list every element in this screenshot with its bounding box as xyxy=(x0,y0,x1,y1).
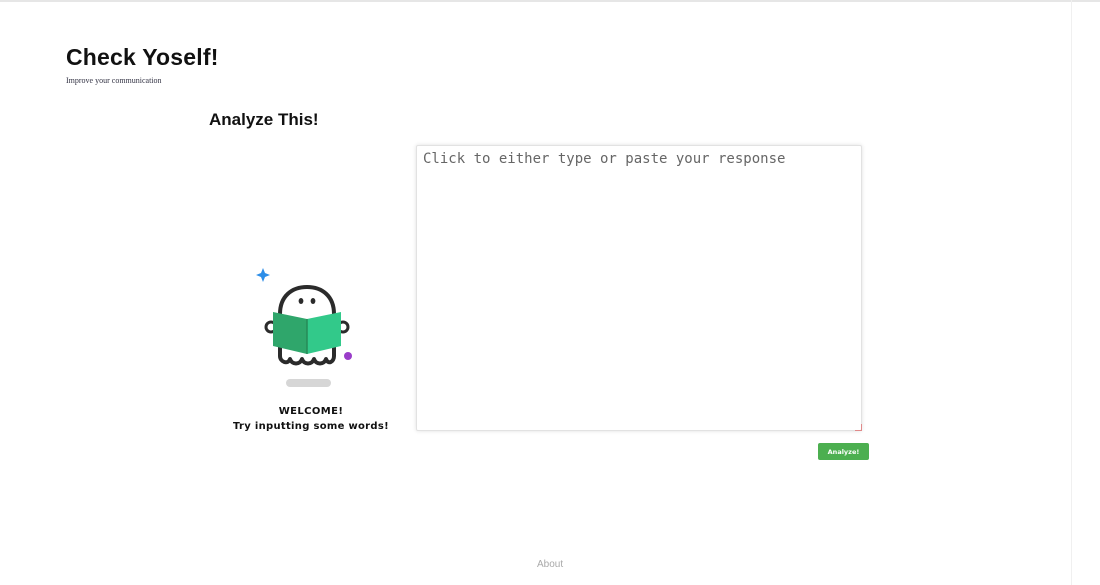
section-title: Analyze This! xyxy=(209,110,319,129)
sparkle-icon xyxy=(256,268,270,282)
app-subtitle: Improve your communication xyxy=(66,76,162,85)
about-link[interactable]: About xyxy=(537,559,563,570)
right-divider xyxy=(1071,0,1072,585)
app-title: Check Yoself! xyxy=(66,44,219,70)
response-textarea[interactable] xyxy=(416,145,862,431)
top-border xyxy=(0,0,1100,2)
ghost-shadow xyxy=(286,379,331,387)
analyze-button[interactable]: Analyze! xyxy=(818,443,869,460)
welcome-title: WELCOME! xyxy=(278,406,344,417)
reading-ghost-icon xyxy=(256,268,352,387)
welcome-message: Try inputting some words! xyxy=(233,421,389,432)
dot-decoration xyxy=(344,352,352,360)
